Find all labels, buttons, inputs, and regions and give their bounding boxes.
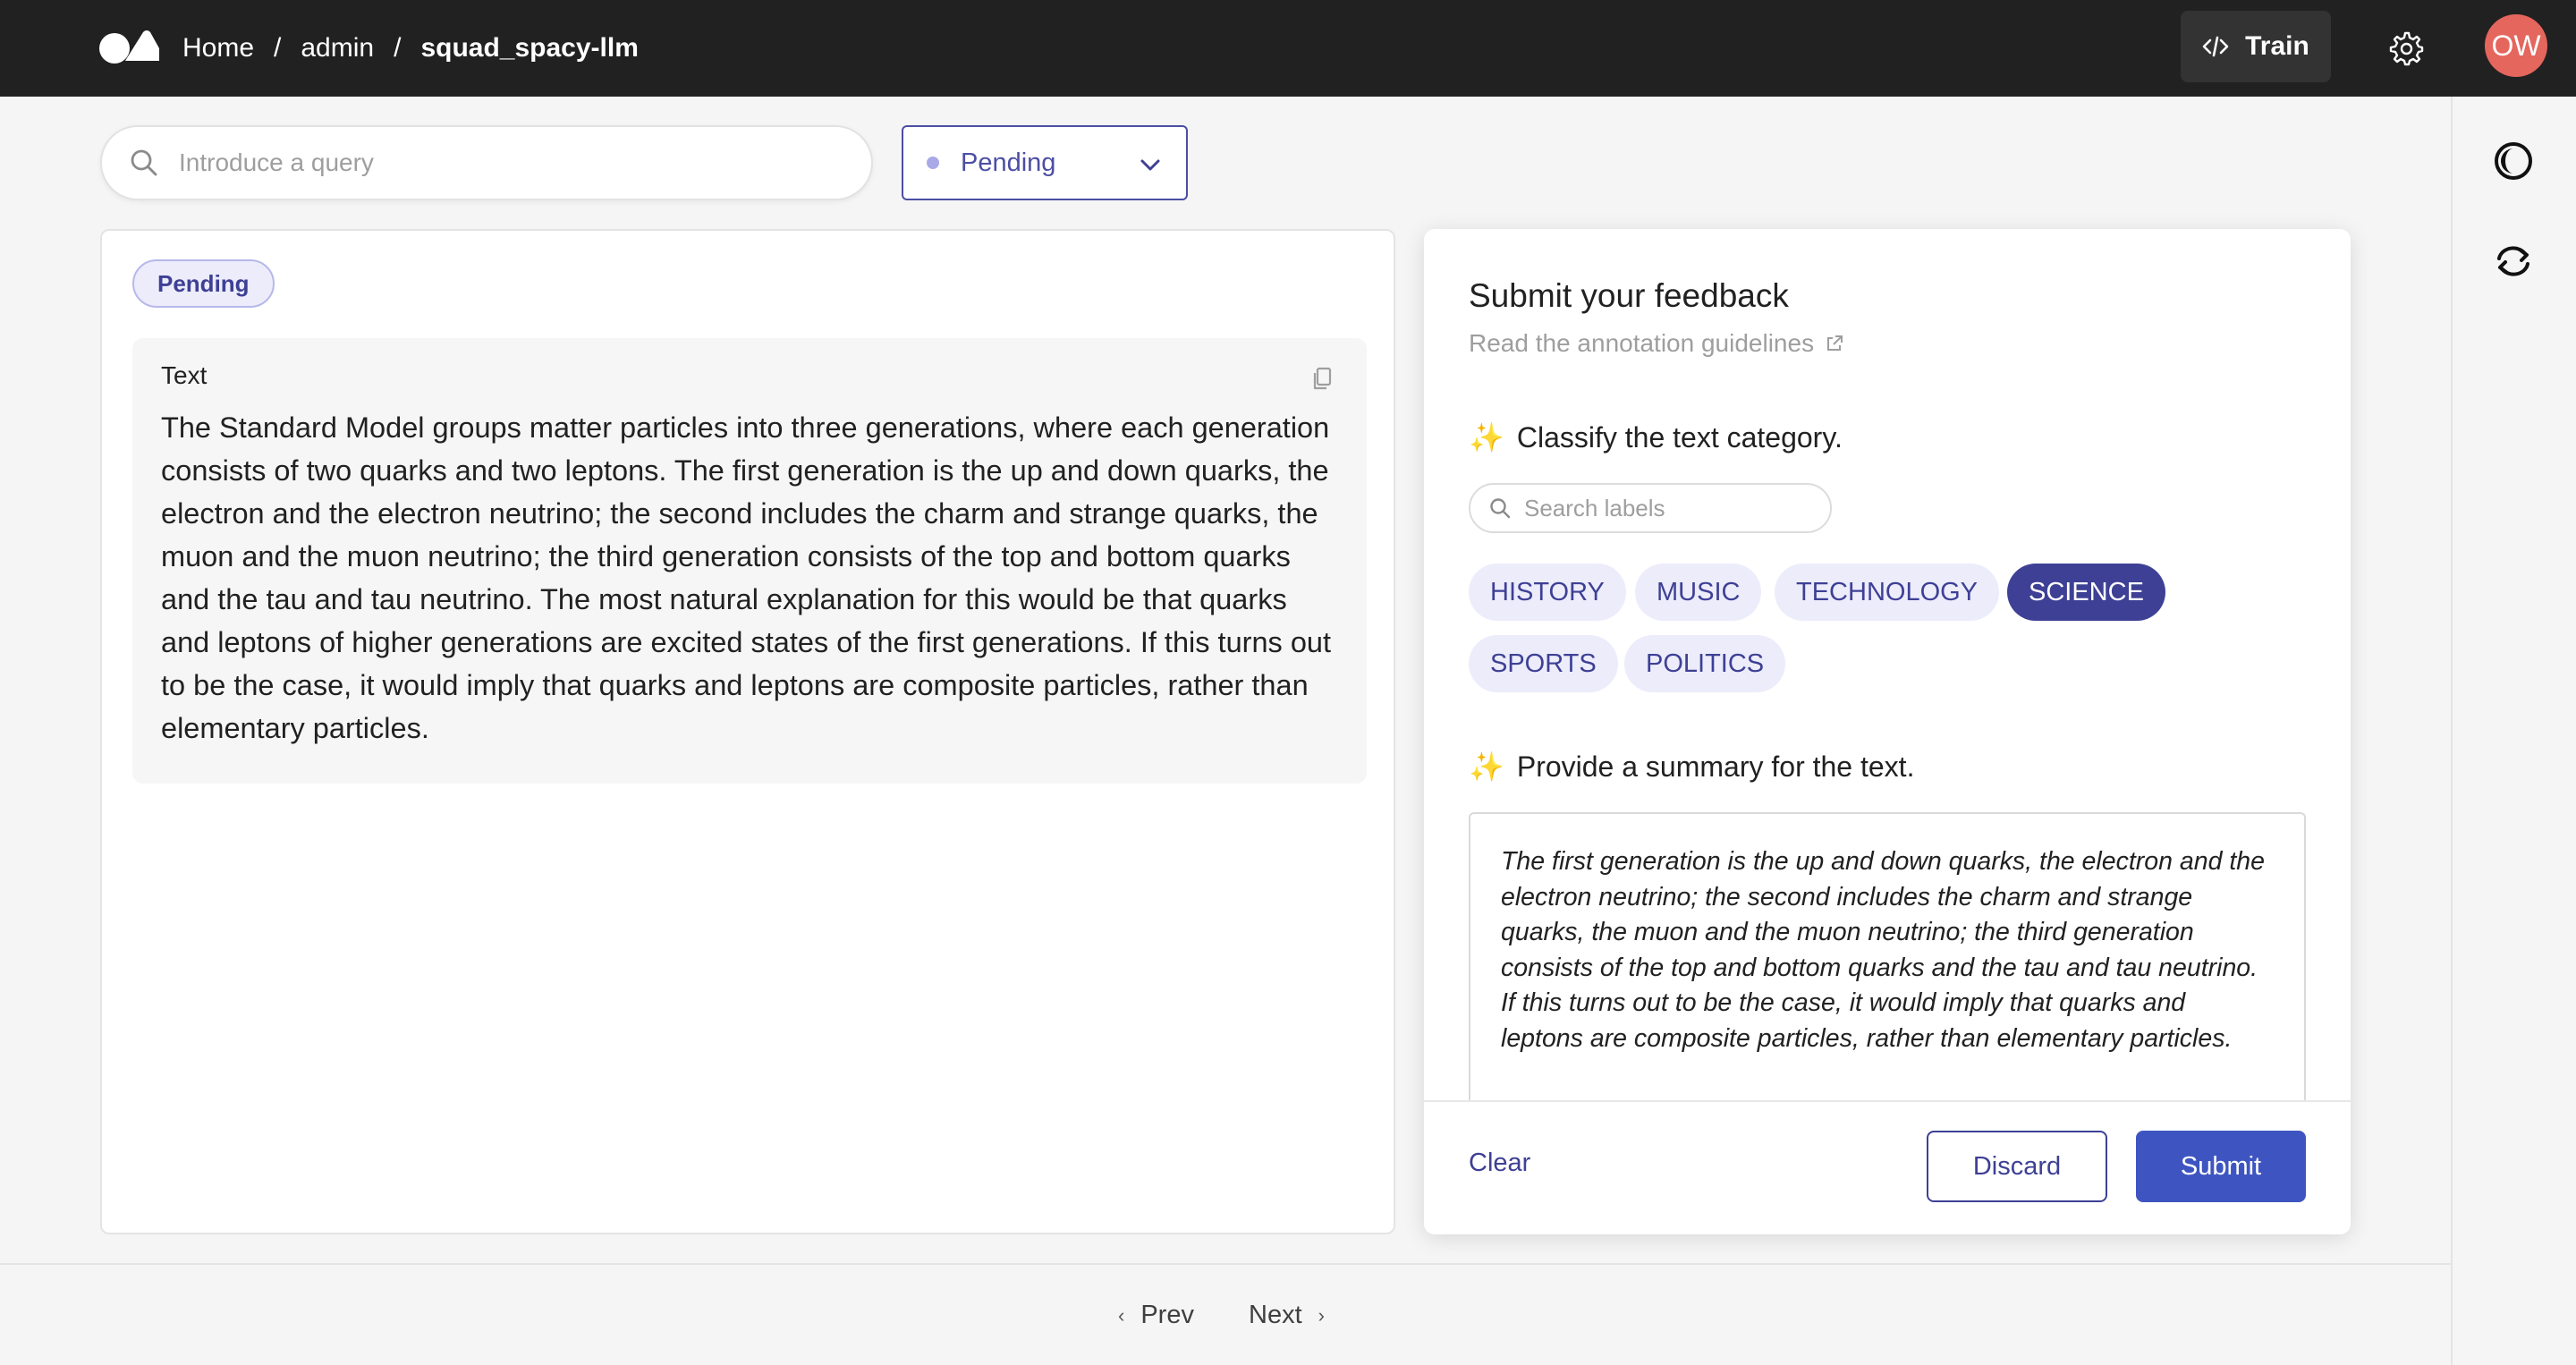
label-chip-music[interactable]: MUSIC bbox=[1635, 564, 1762, 621]
prev-label: Prev bbox=[1140, 1301, 1194, 1329]
label-chip-sports[interactable]: SPORTS bbox=[1469, 635, 1618, 692]
search-icon bbox=[131, 149, 157, 176]
breadcrumb: Home / admin / squad_spacy-llm bbox=[182, 0, 639, 97]
logo-icon[interactable] bbox=[98, 29, 159, 64]
chevron-left-icon: ‹ bbox=[1118, 1303, 1125, 1327]
question-summary-title: Provide a summary for the text. bbox=[1516, 750, 1915, 783]
discard-button[interactable]: Discard bbox=[1927, 1131, 2107, 1202]
breadcrumb-separator: / bbox=[274, 33, 282, 63]
label-chip-history[interactable]: HISTORY bbox=[1469, 564, 1626, 621]
prev-button[interactable]: ‹ Prev bbox=[1118, 1301, 1194, 1330]
top-bar: Home / admin / squad_spacy-llm Train OW bbox=[0, 0, 2576, 97]
question-classify: ✨ Classify the text category. bbox=[1469, 420, 1843, 454]
text-field: Text The Standard Model groups matter pa… bbox=[132, 338, 1367, 784]
submit-button[interactable]: Submit bbox=[2136, 1131, 2306, 1202]
breadcrumb-workspace[interactable]: admin bbox=[301, 33, 374, 64]
feedback-panel: Submit your feedback Read the annotation… bbox=[1424, 229, 2351, 1234]
status-filter-value: Pending bbox=[961, 148, 1056, 177]
feedback-footer: Clear Discard Submit bbox=[1424, 1100, 2351, 1234]
settings-button[interactable] bbox=[2381, 23, 2431, 73]
chevron-down-icon bbox=[1140, 159, 1160, 171]
breadcrumb-home[interactable]: Home bbox=[182, 33, 254, 64]
status-badge: Pending bbox=[132, 259, 275, 308]
theme-toggle-icon bbox=[2495, 142, 2532, 180]
question-classify-title: Classify the text category. bbox=[1516, 420, 1843, 454]
external-link-icon bbox=[1827, 335, 1843, 351]
status-filter-dropdown[interactable]: Pending bbox=[902, 125, 1188, 200]
sparkle-icon: ✨ bbox=[1469, 750, 1504, 783]
label-chip-politics[interactable]: POLITICS bbox=[1624, 635, 1786, 692]
label-chip-technology[interactable]: TECHNOLOGY bbox=[1775, 564, 2000, 621]
guidelines-link[interactable]: Read the annotation guidelines bbox=[1469, 329, 1844, 358]
refresh-button[interactable] bbox=[2488, 236, 2538, 286]
summary-textarea[interactable]: The first generation is the up and down … bbox=[1469, 812, 2306, 1116]
query-search bbox=[100, 125, 873, 200]
next-label: Next bbox=[1249, 1301, 1302, 1329]
label-chip-science[interactable]: SCIENCE bbox=[2007, 564, 2165, 621]
next-button[interactable]: Next › bbox=[1249, 1301, 1325, 1330]
theme-toggle-button[interactable] bbox=[2488, 136, 2538, 186]
copy-icon[interactable] bbox=[1309, 365, 1336, 392]
pagination-bar: ‹ Prev Next › bbox=[0, 1263, 2451, 1365]
refresh-icon bbox=[2497, 246, 2529, 276]
code-icon bbox=[2202, 36, 2229, 57]
field-title: Text bbox=[161, 361, 208, 389]
breadcrumb-dataset: squad_spacy-llm bbox=[420, 33, 639, 63]
train-button[interactable]: Train bbox=[2181, 11, 2331, 82]
chevron-right-icon: › bbox=[1318, 1303, 1325, 1327]
gear-icon bbox=[2389, 31, 2424, 66]
avatar[interactable]: OW bbox=[2485, 14, 2547, 77]
status-dot bbox=[927, 157, 939, 169]
label-search-input[interactable] bbox=[1524, 494, 1819, 522]
right-sidebar bbox=[2451, 97, 2576, 1365]
field-text: The Standard Model groups matter particl… bbox=[161, 411, 1331, 744]
clear-button[interactable]: Clear bbox=[1469, 1149, 1530, 1178]
record-card: Pending Text The Standard Model groups m… bbox=[100, 229, 1395, 1234]
feedback-title: Submit your feedback bbox=[1469, 277, 1789, 314]
train-label: Train bbox=[2245, 31, 2309, 61]
breadcrumb-separator: / bbox=[394, 33, 402, 63]
label-search bbox=[1469, 483, 1832, 533]
guidelines-link-label: Read the annotation guidelines bbox=[1469, 329, 1815, 357]
sparkle-icon: ✨ bbox=[1469, 421, 1504, 454]
query-search-input[interactable] bbox=[179, 148, 859, 177]
search-icon bbox=[1490, 498, 1511, 519]
question-summary: ✨ Provide a summary for the text. bbox=[1469, 750, 1914, 784]
